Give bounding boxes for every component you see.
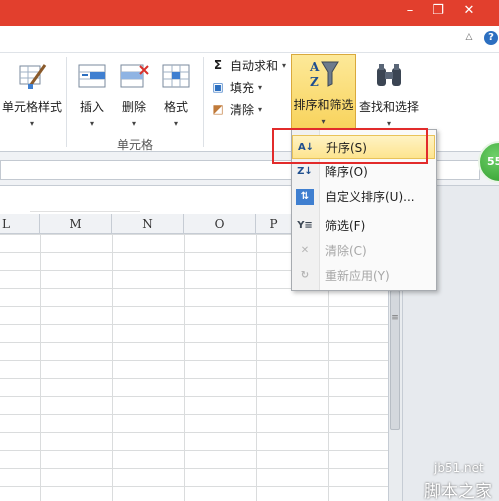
minimize-button[interactable]: –: [400, 3, 420, 19]
column-header[interactable]: M: [40, 214, 112, 234]
insert-button[interactable]: 插入 ▾: [76, 60, 108, 128]
column-header[interactable]: O: [184, 214, 256, 234]
clear-button[interactable]: ◩ 清除 ▾: [210, 99, 262, 119]
custom-sort-icon: ⇅: [296, 189, 314, 205]
chevron-down-icon: ▾: [282, 60, 287, 70]
find-select-button[interactable]: 查找和选择 ▾: [358, 60, 420, 128]
help-icon[interactable]: ?: [484, 31, 498, 45]
format-label: 格式: [163, 100, 188, 114]
clear-filter-icon: ✕: [300, 245, 310, 256]
delete-button[interactable]: 删除 ▾: [118, 60, 150, 128]
watermark-url: jb51.net: [434, 461, 484, 475]
chevron-down-icon: ▾: [131, 119, 136, 128]
format-cells-icon: [162, 64, 190, 88]
delete-cells-icon: [120, 64, 149, 88]
filter-icon: Y≡: [297, 220, 313, 231]
insert-cells-icon: [78, 64, 106, 88]
chevron-down-icon: ▾: [258, 104, 263, 114]
autosum-label: 自动求和: [230, 58, 279, 73]
ribbon-collapse-icon[interactable]: △: [462, 32, 476, 42]
column-header[interactable]: P: [256, 214, 292, 234]
eraser-icon: ◩: [212, 102, 224, 116]
fill-label: 填充: [230, 80, 255, 95]
chevron-down-icon: ▾: [29, 119, 34, 128]
scrollbar-thumb[interactable]: ≡: [390, 290, 400, 430]
cell-styles-label: 单元格样式: [2, 100, 63, 114]
sigma-icon: Σ: [213, 58, 223, 72]
cell-styles-button[interactable]: 单元格样式 ▾: [2, 60, 62, 128]
watermark: jb51.net 脚本之家: [412, 461, 498, 501]
menu-item-clear-filter[interactable]: ✕ 清除(C): [292, 239, 435, 263]
sort-filter-content[interactable]: A Z 排序和筛选 ▾: [291, 58, 356, 126]
clear-label: 清除: [230, 102, 255, 117]
autosum-button[interactable]: Σ 自动求和 ▾: [210, 55, 286, 75]
cells-group-label: 单元格: [117, 138, 154, 152]
column-header[interactable]: N: [112, 214, 184, 234]
menu-item-label: 重新应用(Y): [325, 269, 390, 283]
restore-button[interactable]: ❐: [428, 3, 448, 19]
sort-descending-icon: Z↓: [297, 166, 313, 177]
menu-item-filter[interactable]: Y≡ 筛选(F): [292, 214, 435, 238]
scroll-grip-icon: ≡: [391, 313, 399, 323]
chevron-down-icon: ▾: [386, 119, 391, 128]
menu-item-custom-sort[interactable]: ⇅ 自定义排序(U)...: [292, 185, 435, 209]
insert-label: 插入: [79, 100, 104, 114]
sort-filter-icon: A Z: [309, 60, 339, 89]
fill-button[interactable]: ▣ 填充 ▾: [210, 77, 262, 97]
watermark-name: 脚本之家: [424, 482, 492, 501]
fill-down-icon: ▣: [212, 80, 224, 94]
chevron-down-icon: ▾: [89, 119, 94, 128]
format-button[interactable]: 格式 ▾: [160, 60, 192, 128]
group-separator: [203, 57, 204, 147]
delete-label: 删除: [121, 100, 146, 114]
chevron-down-icon: ▾: [258, 82, 263, 92]
reapply-icon: ↻: [300, 270, 310, 281]
svg-text:A: A: [309, 60, 320, 74]
sort-filter-label: 排序和筛选: [293, 98, 354, 112]
menu-item-label: 清除(C): [325, 244, 367, 258]
ribbon-tab-row: [0, 26, 499, 52]
menu-item-label: 自定义排序(U)...: [325, 190, 415, 204]
svg-text:Z: Z: [310, 75, 319, 89]
menu-separator: [30, 211, 140, 212]
chevron-down-icon: ▾: [321, 117, 326, 126]
group-separator: [66, 57, 67, 147]
close-button[interactable]: ✕: [459, 3, 479, 19]
column-header[interactable]: L: [0, 214, 40, 234]
title-bar: – ❐ ✕: [0, 0, 499, 26]
binoculars-icon: [377, 64, 401, 86]
brush-icon: [19, 64, 47, 89]
menu-item-reapply[interactable]: ↻ 重新应用(Y): [292, 264, 435, 288]
annotation-highlight-box: [272, 128, 428, 164]
menu-item-label: 筛选(F): [325, 219, 366, 233]
chevron-down-icon: ▾: [173, 119, 178, 128]
find-select-label: 查找和选择: [358, 100, 419, 114]
